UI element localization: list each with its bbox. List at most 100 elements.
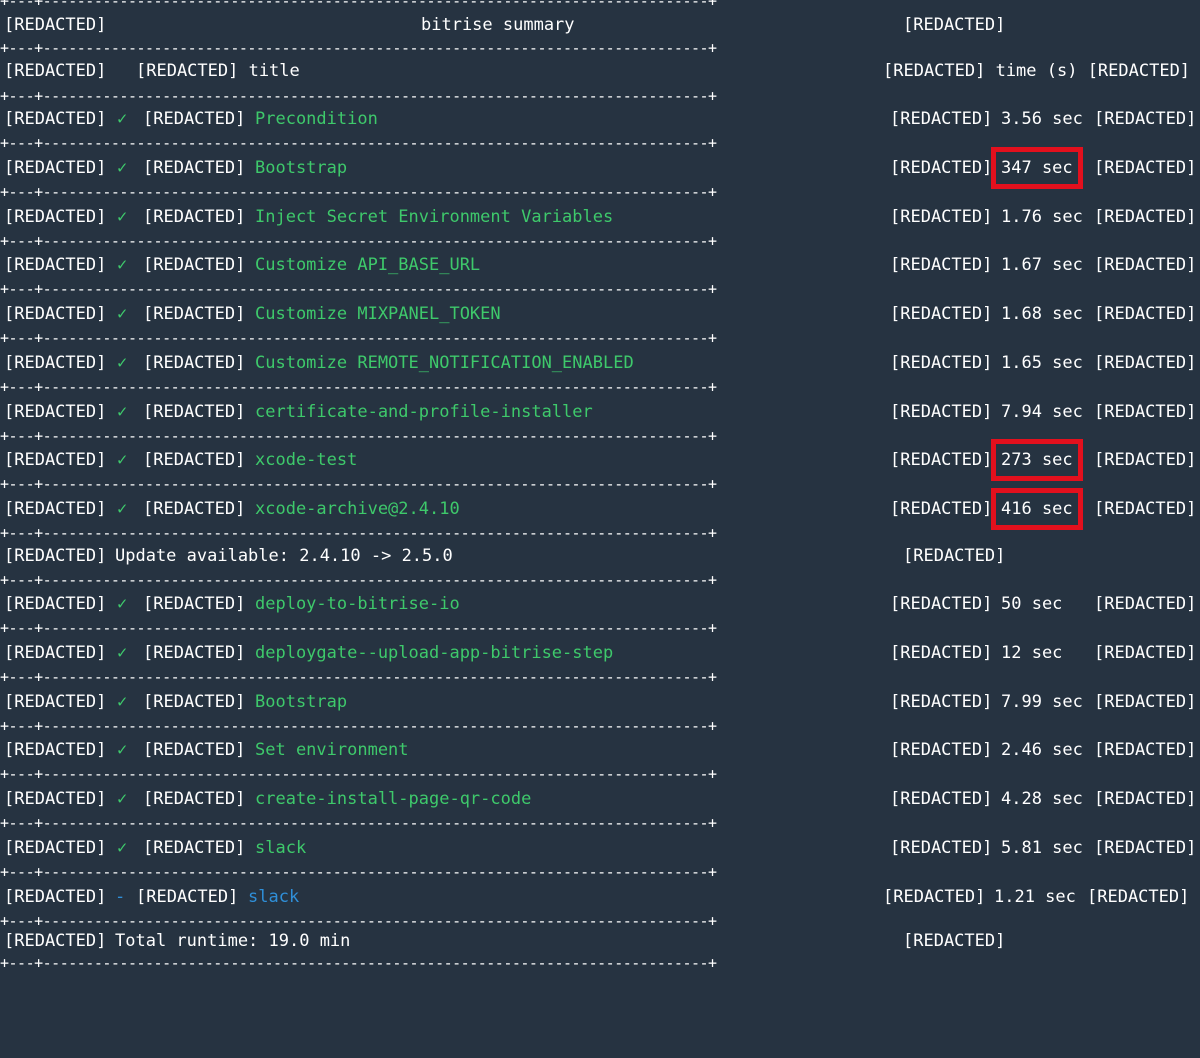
checkmark-icon: ✓: [117, 304, 128, 324]
step-row: [REDACTED] ✓ [REDACTED] create-install-page…: [0, 786, 1200, 812]
checkmark-icon: ✓: [117, 499, 128, 519]
step-tag: [REDACTED]: [143, 789, 246, 809]
time-prefix: [REDACTED]: [883, 886, 986, 907]
step-prefix: [REDACTED]: [4, 109, 107, 129]
checkmark-icon: ✓: [117, 837, 128, 858]
update-suffix: [REDACTED]: [903, 546, 1006, 566]
step-time: 7.94 sec: [1001, 401, 1083, 422]
step-name: Customize API_BASE_URL: [255, 255, 481, 276]
step-row: [REDACTED] - [REDACTED] slack [REDACTED] 1.21…: [0, 884, 1200, 910]
step-suffix: [REDACTED]: [1094, 499, 1197, 519]
time-prefix: [REDACTED]: [890, 450, 993, 471]
time-highlight-box: [991, 146, 1083, 189]
step-time: 7.99 sec: [1001, 691, 1083, 712]
step-row: [REDACTED] ✓ [REDACTED] Customize REMOTE_NO…: [0, 350, 1200, 376]
separator-line: +---+-----------------------------------…: [0, 573, 717, 587]
step-suffix: [REDACTED]: [1094, 789, 1197, 809]
update-prefix: [REDACTED]: [4, 546, 107, 566]
step-time: 12 sec: [1001, 642, 1063, 663]
step-tag: [REDACTED]: [143, 837, 246, 858]
checkmark-icon: ✓: [117, 691, 128, 712]
time-prefix: [REDACTED]: [890, 109, 993, 129]
step-row: [REDACTED] ✓ [REDACTED] Inject Secret Envir…: [0, 204, 1200, 230]
time-prefix: [REDACTED]: [890, 837, 993, 858]
step-suffix: [REDACTED]: [1094, 691, 1197, 712]
separator-line: +---+-----------------------------------…: [0, 136, 717, 150]
step-tag: [REDACTED]: [143, 352, 246, 373]
step-name: deploy-to-bitrise-io: [255, 594, 460, 614]
step-suffix: [REDACTED]: [1094, 157, 1197, 178]
time-prefix: [REDACTED]: [890, 206, 993, 227]
checkmark-icon: ✓: [117, 157, 128, 178]
step-tag: [REDACTED]: [143, 206, 246, 227]
separator-line: +---+-----------------------------------…: [0, 0, 820, 8]
separator-line: +---+-----------------------------------…: [0, 956, 717, 970]
time-prefix: [REDACTED]: [890, 255, 993, 276]
step-suffix: [REDACTED]: [1094, 837, 1197, 858]
step-tag: [REDACTED]: [143, 594, 246, 614]
checkmark-icon: ✓: [117, 594, 128, 614]
step-row: [REDACTED] ✓ [REDACTED] certificate-and-pro…: [0, 399, 1200, 425]
time-prefix: [REDACTED]: [890, 157, 993, 178]
step-prefix: [REDACTED]: [4, 450, 107, 471]
footer-suffix: [REDACTED]: [903, 931, 1006, 951]
step-suffix: [REDACTED]: [1094, 109, 1197, 129]
step-prefix: [REDACTED]: [4, 401, 107, 422]
step-prefix: [REDACTED]: [4, 740, 107, 761]
footer-prefix: [REDACTED]: [4, 931, 107, 951]
step-suffix: [REDACTED]: [1094, 401, 1197, 422]
step-row: [REDACTED] ✓ [REDACTED] deploygate--upload-…: [0, 640, 1200, 666]
step-row: [REDACTED] ✓ [REDACTED] Precondition [REDACT…: [0, 106, 1200, 132]
step-name: certificate-and-profile-installer: [255, 401, 593, 422]
skipped-icon: -: [115, 886, 126, 907]
step-tag: [REDACTED]: [143, 499, 246, 519]
step-name: Customize MIXPANEL_TOKEN: [255, 304, 501, 324]
step-row: [REDACTED] ✓ [REDACTED] deploy-to-bitrise-i…: [0, 591, 1200, 617]
time-prefix: [REDACTED]: [890, 352, 993, 373]
step-prefix: [REDACTED]: [4, 886, 107, 907]
step-row: [REDACTED] ✓ [REDACTED] Bootstrap [REDACTED]…: [0, 689, 1200, 715]
separator-line: +---+-----------------------------------…: [0, 331, 717, 345]
step-prefix: [REDACTED]: [4, 304, 107, 324]
step-time: 1.67 sec: [1001, 255, 1083, 276]
step-prefix: [REDACTED]: [4, 594, 107, 614]
step-suffix: [REDACTED]: [1094, 255, 1197, 276]
separator-line: +---+-----------------------------------…: [0, 428, 717, 443]
separator-line: +---+-----------------------------------…: [0, 864, 717, 879]
separator-line: +---+-----------------------------------…: [0, 526, 717, 540]
time-highlight-box: [991, 488, 1083, 530]
checkmark-icon: ✓: [117, 109, 128, 129]
time-prefix: [REDACTED]: [890, 642, 993, 663]
step-tag: [REDACTED]: [143, 255, 246, 276]
step-tag: [REDACTED]: [143, 401, 246, 422]
step-tag: [REDACTED]: [143, 109, 246, 129]
summary-title: bitrise summary: [421, 15, 575, 35]
step-prefix: [REDACTED]: [4, 642, 107, 663]
step-name: Inject Secret Environment Variables: [255, 206, 614, 227]
step-tag: [REDACTED]: [143, 740, 246, 761]
step-time: 1.68 sec: [1001, 304, 1083, 324]
separator-line: +---+-----------------------------------…: [0, 184, 717, 199]
step-time: 3.56 sec: [1001, 109, 1083, 129]
step-prefix: [REDACTED]: [4, 157, 107, 178]
separator-line: +---+-----------------------------------…: [0, 89, 717, 103]
step-name: xcode-test: [255, 450, 358, 471]
header-right: [REDACTED]: [903, 15, 1006, 35]
checkmark-icon: ✓: [117, 255, 128, 276]
step-name: Precondition: [255, 109, 378, 129]
step-time: 1.76 sec: [1001, 206, 1083, 227]
step-prefix: [REDACTED]: [4, 789, 107, 809]
column-time-label: [REDACTED] time (s) [REDACTED]: [883, 61, 1191, 81]
separator-line: +---+-----------------------------------…: [0, 477, 717, 492]
column-header-row: [REDACTED] [REDACTED] title [REDACTED] t…: [0, 58, 1200, 84]
step-row: [REDACTED] ✓ [REDACTED] Customize MIXPANEL_…: [0, 301, 1200, 327]
separator-line: +---+-----------------------------------…: [0, 669, 717, 684]
checkmark-icon: ✓: [117, 789, 128, 809]
time-prefix: [REDACTED]: [890, 691, 993, 712]
step-prefix: [REDACTED]: [4, 206, 107, 227]
update-notice-row: [REDACTED] Update available: 2.4.10 -> 2…: [0, 543, 1200, 569]
step-tag: [REDACTED]: [143, 642, 246, 663]
step-name: Set environment: [255, 740, 409, 761]
time-prefix: [REDACTED]: [890, 499, 993, 519]
time-prefix: [REDACTED]: [890, 401, 993, 422]
